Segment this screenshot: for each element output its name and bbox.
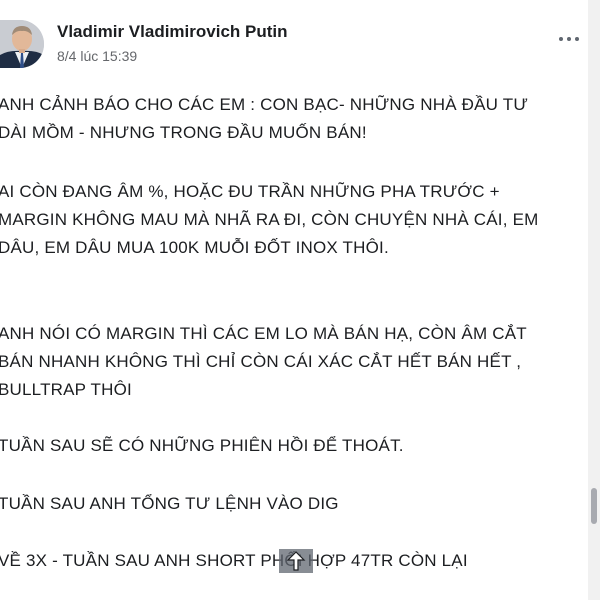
post-paragraph: ANH CẢNH BÁO CHO CÁC EM : CON BẠC- NHỮNG… <box>0 91 528 147</box>
text-line: TUẦN SAU SẼ CÓ NHỮNG PHIÊN HỒI ĐỂ THOÁT. <box>0 436 404 455</box>
text-line: BULLTRAP THÔI <box>0 380 132 399</box>
text-line: VỀ 3X - TUẦN SAU ANH SHORT PHỐI HỢP 47TR… <box>0 551 468 570</box>
text-line: MARGIN KHÔNG MAU MÀ NHÃ RA ĐI, CÒN CHUYỆ… <box>0 210 539 229</box>
post-paragraph: TUẦN SAU SẼ CÓ NHỮNG PHIÊN HỒI ĐỂ THOÁT. <box>0 432 404 460</box>
post-paragraph: TUẦN SAU ANH TỔNG TƯ LỆNH VÀO DIG <box>0 490 339 518</box>
post-card: Vladimir Vladimirovich Putin 8/4 lúc 15:… <box>0 0 589 600</box>
arrow-up-icon <box>286 551 306 571</box>
page-scrollbar[interactable] <box>588 0 600 600</box>
post-paragraph: VỀ 3X - TUẦN SAU ANH SHORT PHỐI HỢP 47TR… <box>0 547 468 575</box>
scrollbar-thumb[interactable] <box>591 488 597 524</box>
post-text: ANH CẢNH BÁO CHO CÁC EM : CON BẠC- NHỮNG… <box>0 0 588 600</box>
text-line: DÂU, EM DÂU MUA 100K MUỖI ĐỐT INOX THÔI. <box>0 238 389 257</box>
post-paragraph: AI CÒN ĐANG ÂM %, HOẶC ĐU TRẦN NHỮNG PHA… <box>0 178 538 262</box>
post-paragraph: ANH NÓI CÓ MARGIN THÌ CÁC EM LO MÀ BÁN H… <box>0 320 527 404</box>
text-line: ANH CẢNH BÁO CHO CÁC EM : CON BẠC- NHỮNG… <box>0 95 529 114</box>
text-line: BÁN NHANH KHÔNG THÌ CHỈ CÒN CÁI XÁC CẮT … <box>0 352 522 371</box>
text-line: ANH NÓI CÓ MARGIN THÌ CÁC EM LO MÀ BÁN H… <box>0 324 527 343</box>
text-line: AI CÒN ĐANG ÂM %, HOẶC ĐU TRẦN NHỮNG PHA… <box>0 182 500 201</box>
text-line: DÀI MỒM - NHƯNG TRONG ĐẦU MUỐN BÁN! <box>0 123 367 142</box>
text-line: TUẦN SAU ANH TỔNG TƯ LỆNH VÀO DIG <box>0 494 339 513</box>
scroll-to-top-button[interactable] <box>279 549 313 573</box>
